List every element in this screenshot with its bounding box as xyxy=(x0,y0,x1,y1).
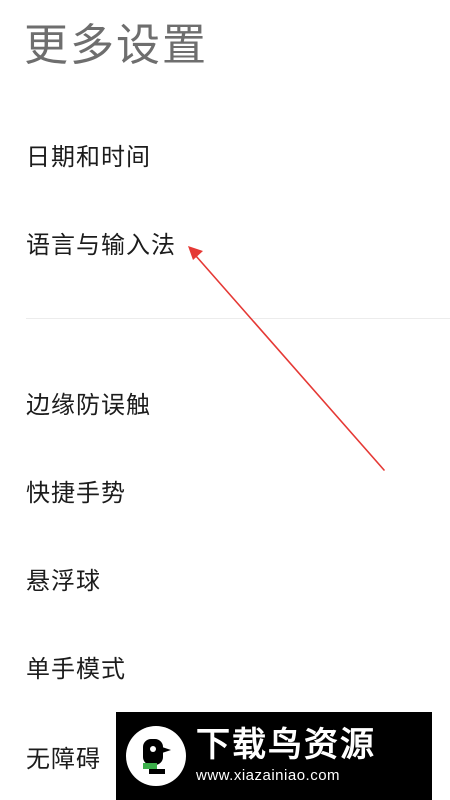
watermark-banner: 下载鸟资源 www.xiazainiao.com xyxy=(116,712,432,800)
menu-item-floating-ball[interactable]: 悬浮球 xyxy=(0,542,450,614)
menu-item-date-time[interactable]: 日期和时间 xyxy=(0,118,450,190)
menu-item-label: 日期和时间 xyxy=(26,142,151,171)
page-title: 更多设置 xyxy=(24,20,208,71)
menu-item-label: 边缘防误触 xyxy=(26,390,151,419)
bird-logo-icon xyxy=(143,739,171,774)
menu-item-edge-touch[interactable]: 边缘防误触 xyxy=(0,366,450,438)
menu-item-one-hand-mode[interactable]: 单手模式 xyxy=(0,630,450,702)
menu-item-label: 快捷手势 xyxy=(26,478,126,507)
watermark-url: www.xiazainiao.com xyxy=(196,767,341,784)
menu-item-label: 语言与输入法 xyxy=(26,230,176,259)
watermark-title: 下载鸟资源 xyxy=(196,725,376,765)
menu-item-label: 单手模式 xyxy=(26,654,126,683)
watermark-logo xyxy=(126,726,186,786)
watermark-text: 下载鸟资源 www.xiazainiao.com xyxy=(196,725,376,787)
section-divider xyxy=(26,318,450,319)
menu-item-label: 无障碍 xyxy=(26,744,101,773)
menu-item-quick-gestures[interactable]: 快捷手势 xyxy=(0,454,450,526)
menu-item-language-input[interactable]: 语言与输入法 xyxy=(0,206,450,278)
menu-item-label: 悬浮球 xyxy=(26,566,101,595)
